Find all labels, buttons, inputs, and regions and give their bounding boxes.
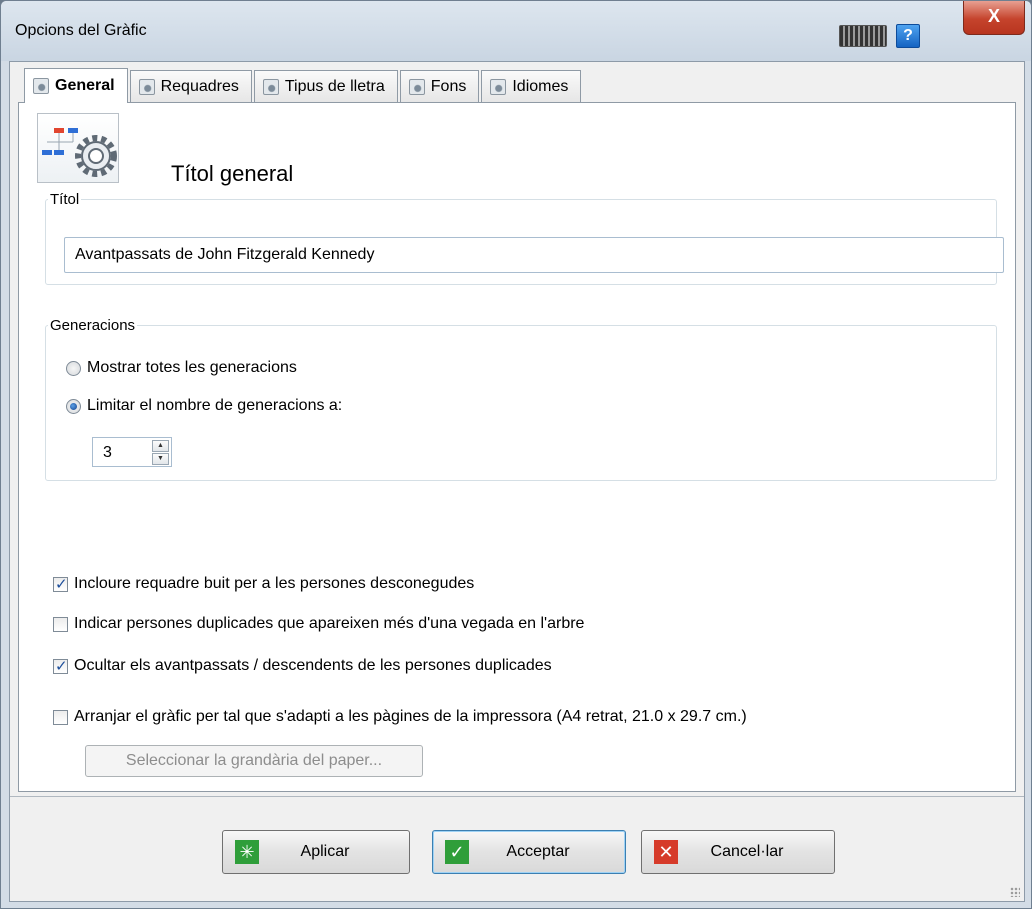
- title-bar[interactable]: Opcions del Gràfic ? X: [1, 1, 1031, 61]
- ok-button-label: Acceptar: [506, 843, 570, 860]
- sparkle-icon: ✳: [235, 840, 259, 864]
- mark-duplicates-checkbox[interactable]: [53, 616, 68, 632]
- generations-value[interactable]: 3: [103, 444, 112, 462]
- tab-label: Fons: [430, 77, 467, 95]
- limit-generations-label: Limitar el nombre de generacions a:: [87, 397, 343, 414]
- settings-page-icon: [33, 78, 49, 94]
- title-input[interactable]: [64, 237, 1004, 273]
- spin-up-button[interactable]: ▲: [152, 440, 169, 452]
- apply-button[interactable]: ✳ Aplicar: [222, 830, 410, 874]
- tab-strip: General Requadres Tipus de lletra Fons I…: [24, 68, 583, 103]
- x-icon: ✕: [654, 840, 678, 864]
- hide-duplicate-ancestors-checkbox[interactable]: [53, 657, 68, 675]
- show-all-generations-option[interactable]: Mostrar totes les generacions: [66, 359, 297, 377]
- generations-group: Generacions Mostrar totes les generacion…: [45, 317, 997, 481]
- tab-label: Tipus de lletra: [284, 77, 385, 95]
- tab-label: General: [55, 77, 115, 94]
- ok-button[interactable]: ✓ Acceptar: [432, 830, 626, 874]
- hide-duplicate-ancestors-option[interactable]: Ocultar els avantpassats / descendents d…: [53, 657, 552, 675]
- include-empty-box-label: Incloure requadre buit per a les persone…: [74, 575, 475, 592]
- tab-requadres[interactable]: Requadres: [129, 70, 252, 102]
- title-group: Títol: [45, 191, 1004, 285]
- fit-to-printer-pages-option[interactable]: Arranjar el gràfic per tal que s'adapti …: [53, 708, 747, 726]
- tab-general[interactable]: General: [24, 68, 128, 103]
- page-title: Títol general: [171, 161, 294, 186]
- general-tab-panel: Títol general Títol Generacions Mostrar …: [18, 102, 1016, 792]
- select-paper-size-button[interactable]: Seleccionar la grandària del paper...: [85, 745, 423, 777]
- limit-generations-radio[interactable]: [66, 398, 81, 414]
- dialog-client-area: General Requadres Tipus de lletra Fons I…: [9, 61, 1025, 902]
- close-button[interactable]: X: [963, 1, 1025, 35]
- limit-generations-option[interactable]: Limitar el nombre de generacions a:: [66, 397, 342, 415]
- include-empty-box-option[interactable]: Incloure requadre buit per a les persone…: [53, 575, 474, 593]
- hide-duplicate-ancestors-label: Ocultar els avantpassats / descendents d…: [74, 657, 552, 674]
- fit-to-printer-pages-checkbox[interactable]: [53, 709, 68, 725]
- chart-settings-icon: [37, 113, 119, 183]
- generations-group-legend: Generacions: [50, 317, 136, 334]
- cancel-button[interactable]: ✕ Cancel·lar: [641, 830, 835, 874]
- tab-label: Requadres: [160, 77, 239, 95]
- settings-page-icon: [138, 78, 155, 95]
- show-all-generations-label: Mostrar totes les generacions: [87, 359, 297, 376]
- fit-to-printer-pages-label: Arranjar el gràfic per tal que s'adapti …: [74, 708, 747, 725]
- settings-page-icon: [490, 78, 507, 95]
- dialog-footer: ✳ Aplicar ✓ Acceptar ✕ Cancel·lar: [10, 796, 1024, 901]
- generations-stepper[interactable]: 3 ▲ ▼: [92, 437, 172, 467]
- tab-tipus-de-lletra[interactable]: Tipus de lletra: [253, 70, 398, 102]
- settings-page-icon: [408, 78, 425, 95]
- help-button[interactable]: ?: [896, 24, 920, 48]
- keyboard-icon[interactable]: [839, 25, 887, 47]
- mark-duplicates-label: Indicar persones duplicades que apareixe…: [74, 615, 585, 632]
- settings-page-icon: [262, 78, 279, 95]
- include-empty-box-checkbox[interactable]: [53, 575, 68, 593]
- apply-button-label: Aplicar: [300, 843, 350, 860]
- title-group-legend: Títol: [50, 191, 80, 208]
- spin-down-button[interactable]: ▼: [152, 453, 169, 465]
- cancel-button-label: Cancel·lar: [710, 843, 784, 860]
- mark-duplicates-option[interactable]: Indicar persones duplicades que apareixe…: [53, 615, 584, 633]
- tab-idiomes[interactable]: Idiomes: [481, 70, 582, 102]
- options-dialog: Opcions del Gràfic ? X General Requadres…: [0, 0, 1032, 909]
- checkmark-icon: ✓: [445, 840, 469, 864]
- show-all-generations-radio[interactable]: [66, 360, 81, 376]
- resize-grip[interactable]: [1010, 887, 1020, 897]
- tab-fons[interactable]: Fons: [399, 70, 480, 102]
- tab-label: Idiomes: [512, 77, 569, 95]
- window-title: Opcions del Gràfic: [15, 22, 147, 39]
